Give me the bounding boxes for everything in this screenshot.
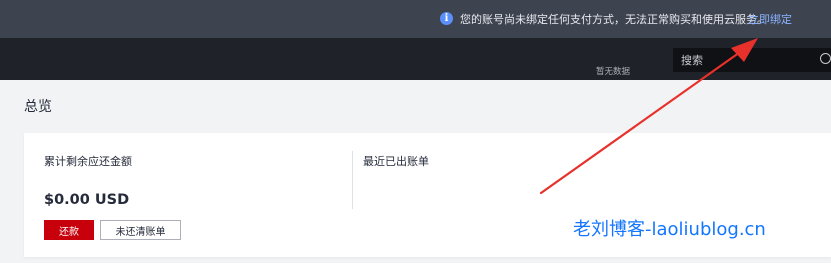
bind-now-link[interactable]: 立即绑定	[748, 11, 792, 27]
search-icon[interactable]	[820, 53, 831, 64]
search-input[interactable]	[673, 48, 811, 72]
recent-bills-title: 最近已出账单	[363, 155, 429, 168]
info-icon: i	[440, 12, 453, 25]
repay-button[interactable]: 还款	[44, 220, 94, 240]
unpaid-bills-button[interactable]: 未还清账单	[100, 220, 181, 240]
watermark: 老刘博客-laoliublog.cn	[573, 219, 766, 240]
divider	[352, 151, 353, 209]
search-box	[673, 48, 831, 72]
notice-bar: i 您的账号尚未绑定任何支付方式，无法正常购买和使用云服务。 立即绑定	[0, 0, 831, 38]
page-title: 总览	[24, 99, 52, 115]
outstanding-amount: $0.00 USD	[44, 192, 130, 208]
repayment-title: 累计剩余应还金额	[44, 155, 132, 168]
no-data-text: 暂无数据	[596, 67, 631, 77]
notice-message: 您的账号尚未绑定任何支付方式，无法正常购买和使用云服务。	[460, 13, 768, 26]
